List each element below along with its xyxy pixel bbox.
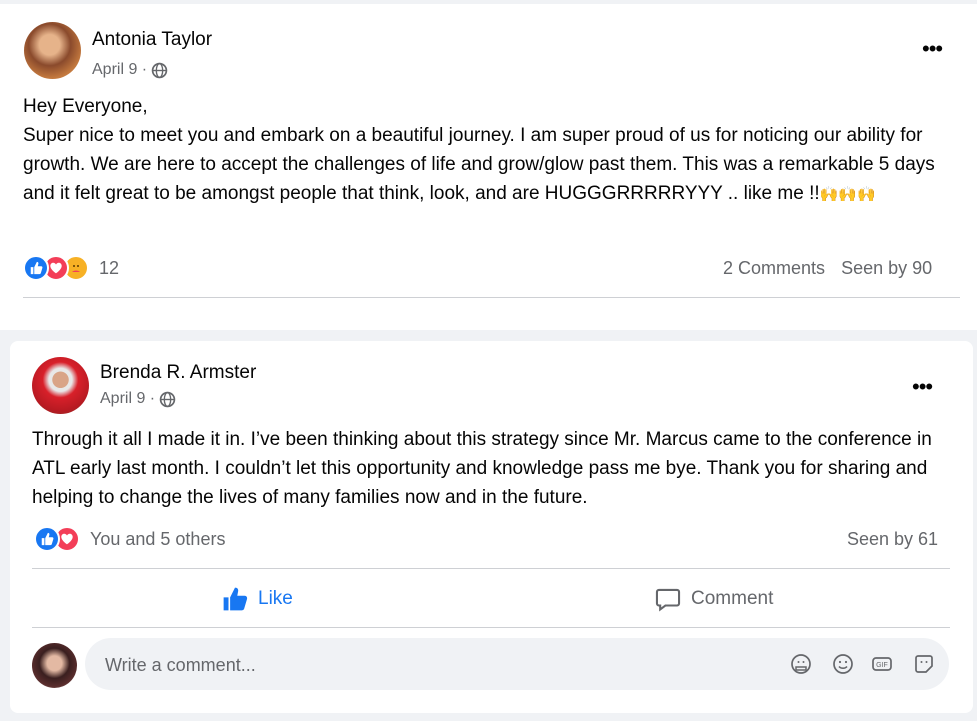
post-body: Through it all I made it in. I’ve been t… xyxy=(32,429,932,508)
thumbs-up-icon xyxy=(223,587,248,611)
reactions-summary[interactable]: 12 xyxy=(23,255,119,281)
post-stats: 2 Comments Seen by 90 xyxy=(723,258,932,279)
post-divider xyxy=(32,568,950,569)
post-card: Brenda R. Armster April 9 · ••• Through … xyxy=(10,341,973,713)
comment-input[interactable] xyxy=(103,638,747,692)
post-body-text: Hey Everyone, Super nice to meet you and… xyxy=(23,96,935,204)
raising-hands-emoji: 🙌🙌🙌 xyxy=(819,186,876,203)
post-divider xyxy=(23,297,960,298)
more-options-icon[interactable]: ••• xyxy=(922,38,943,60)
comment-button[interactable]: Comment xyxy=(655,586,773,612)
avatar-sticker-icon[interactable] xyxy=(789,652,813,676)
reaction-count: 12 xyxy=(99,257,120,278)
reactions-summary[interactable]: You and 5 others xyxy=(34,526,225,552)
reaction-names: You and 5 others xyxy=(90,528,226,549)
comment-bubble-icon xyxy=(655,588,681,612)
sticker-icon[interactable] xyxy=(912,652,936,676)
post-date[interactable]: April 9 · xyxy=(100,390,155,408)
comments-count-link[interactable]: 2 Comments xyxy=(723,258,825,278)
seen-by-count[interactable]: Seen by 90 xyxy=(841,258,932,278)
more-options-icon[interactable]: ••• xyxy=(912,376,933,398)
author-name[interactable]: Brenda R. Armster xyxy=(100,362,256,384)
current-user-avatar[interactable] xyxy=(32,643,77,688)
comment-button-label: Comment xyxy=(691,588,774,609)
author-name[interactable]: Antonia Taylor xyxy=(92,29,212,51)
post-body: Hey Everyone, Super nice to meet you and… xyxy=(23,92,958,209)
post-card: Antonia Taylor April 9 · ••• Hey Everyon… xyxy=(0,4,977,330)
post-meta: April 9 · xyxy=(100,390,176,408)
post-date[interactable]: April 9 · xyxy=(92,61,147,79)
author-avatar[interactable] xyxy=(24,22,81,79)
emoji-icon[interactable] xyxy=(831,652,855,676)
post-meta: April 9 · xyxy=(92,61,168,79)
globe-icon xyxy=(159,391,176,407)
comment-box: GIF xyxy=(85,638,949,692)
seen-by-count[interactable]: Seen by 61 xyxy=(847,529,938,550)
like-reaction-icon xyxy=(34,526,60,552)
author-avatar[interactable] xyxy=(32,357,89,414)
like-button[interactable]: Like xyxy=(222,586,293,612)
like-reaction-icon xyxy=(23,255,49,281)
like-button-label: Like xyxy=(258,588,293,609)
svg-text:GIF: GIF xyxy=(876,662,888,669)
globe-icon xyxy=(151,62,168,78)
gif-icon[interactable]: GIF xyxy=(870,652,894,676)
actions-divider xyxy=(32,627,950,628)
